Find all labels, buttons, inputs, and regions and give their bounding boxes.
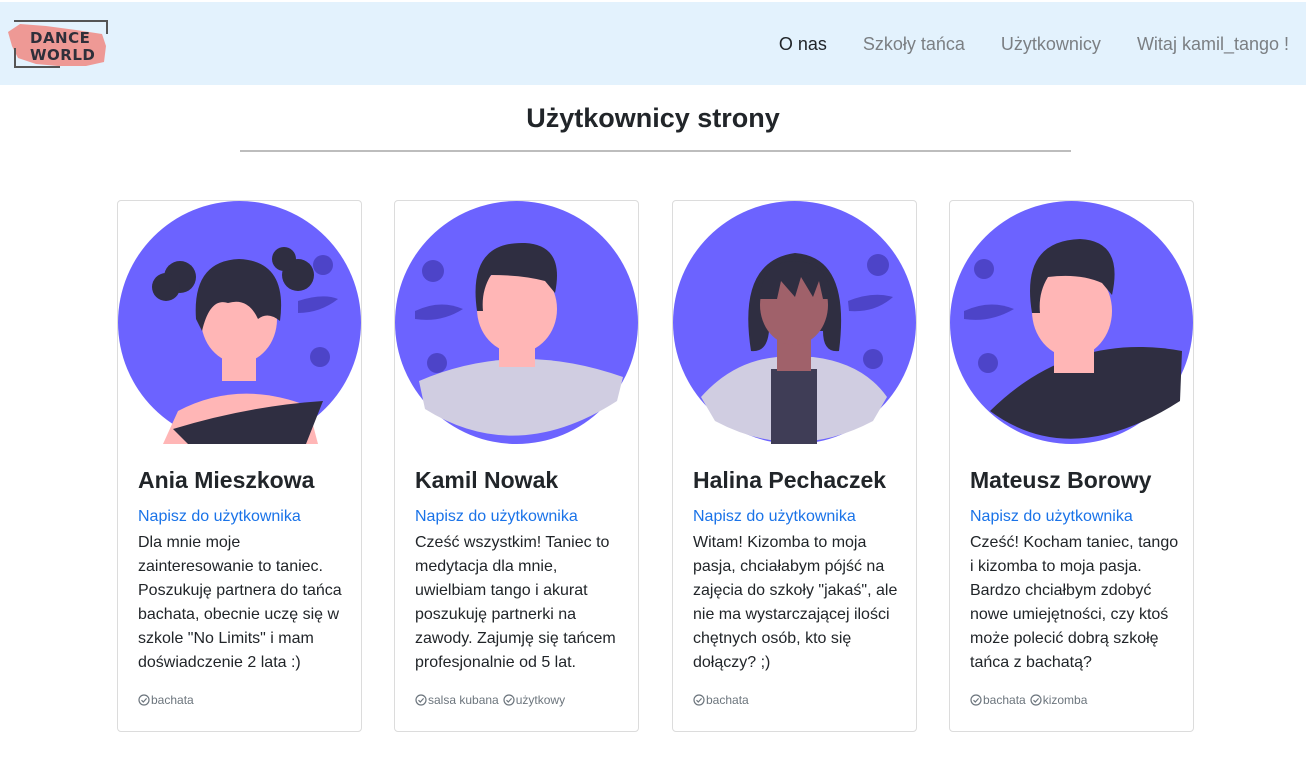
main-nav: O nas Szkoły tańca Użytkownicy Witaj kam… (779, 2, 1306, 87)
page-title: Użytkownicy strony (526, 103, 780, 133)
dance-world-logo[interactable]: DANCE WORLD (6, 18, 110, 72)
user-name: Ania Mieszkowa (138, 467, 315, 493)
tag: bachata (693, 693, 749, 707)
title-divider (240, 150, 1071, 152)
nav-link-account[interactable]: Witaj kamil_tango ! (1137, 34, 1289, 55)
message-user-link[interactable]: Napisz do użytkownika (693, 508, 856, 526)
user-name: Kamil Nowak (415, 467, 559, 493)
user-card: Halina Pechaczek Napisz do użytkownika W… (672, 200, 917, 732)
user-card: Kamil Nowak Napisz do użytkownika Cześć … (394, 200, 639, 732)
user-tags: salsa kubana użytkowy (415, 693, 569, 707)
logo-frame-bottom (14, 66, 60, 68)
avatar-man-shirt-icon (395, 201, 638, 444)
avatar-man-dark-shirt-icon (950, 201, 1193, 444)
message-user-link[interactable]: Napisz do użytkownika (415, 508, 578, 526)
tag-label: kizomba (1042, 693, 1088, 707)
tag: kizomba (1030, 693, 1088, 707)
user-bio: Cześć wszystkim! Taniec to medytacja dla… (415, 534, 616, 671)
check-circle-icon (503, 694, 515, 706)
user-tags: bachata kizomba (970, 693, 1091, 707)
nav-link-schools[interactable]: Szkoły tańca (863, 34, 965, 55)
user-card: Ania Mieszkowa Napisz do użytkownika Dla… (117, 200, 362, 732)
user-card: Mateusz Borowy Napisz do użytkownika Cze… (949, 200, 1194, 732)
check-circle-icon (970, 694, 982, 706)
user-bio: Witam! Kizomba to moja pasja, chciałabym… (693, 534, 898, 671)
tag-label: salsa kubana (428, 693, 499, 707)
avatar-woman-buns-icon (118, 201, 361, 444)
check-circle-icon (1030, 694, 1042, 706)
nav-link-about[interactable]: O nas (779, 34, 827, 55)
message-user-link[interactable]: Napisz do użytkownika (970, 508, 1133, 526)
avatar-woman-blazer-icon (673, 201, 916, 444)
check-circle-icon (415, 694, 427, 706)
logo-frame-right (106, 20, 108, 34)
check-circle-icon (138, 694, 150, 706)
user-bio: Cześć! Kocham taniec, tango i kizomba to… (970, 534, 1179, 671)
navbar: DANCE WORLD O nas Szkoły tańca Użytkowni… (0, 0, 1306, 85)
user-name: Halina Pechaczek (693, 467, 887, 493)
tag-label: bachata (983, 693, 1026, 707)
tag-label: bachata (151, 693, 194, 707)
tag: bachata (970, 693, 1026, 707)
user-tags: bachata (138, 693, 198, 707)
logo-text-line2: WORLD (30, 46, 96, 64)
tag-label: bachata (706, 693, 749, 707)
tag: salsa kubana (415, 693, 499, 707)
logo-frame-top (14, 20, 108, 22)
user-name: Mateusz Borowy (970, 467, 1152, 493)
user-bio: Dla mnie moje zainteresowanie to taniec.… (138, 534, 342, 671)
logo-text-line1: DANCE (30, 29, 91, 47)
tag-label: użytkowy (515, 693, 566, 707)
tag: użytkowy (503, 693, 565, 707)
check-circle-icon (693, 694, 705, 706)
message-user-link[interactable]: Napisz do użytkownika (138, 508, 301, 526)
nav-link-users[interactable]: Użytkownicy (1001, 34, 1101, 55)
user-tags: bachata (693, 693, 753, 707)
tag: bachata (138, 693, 194, 707)
logo-frame-left (14, 48, 16, 68)
